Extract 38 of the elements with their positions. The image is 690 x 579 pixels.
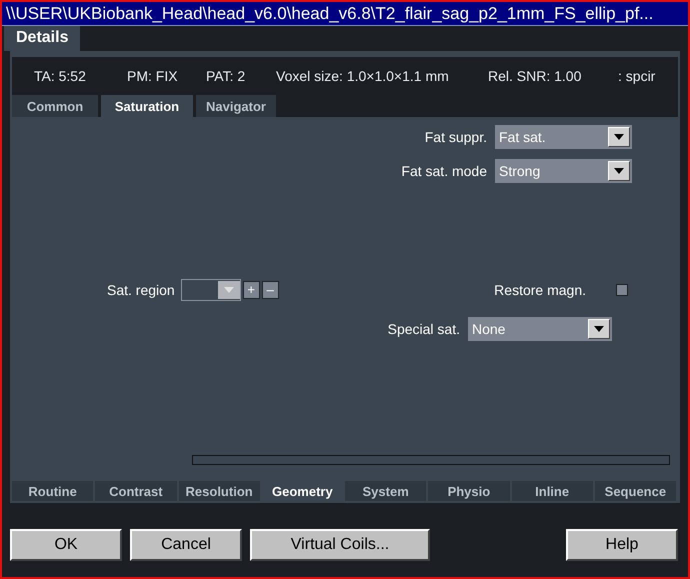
button[interactable]: Virtual Coils... (250, 529, 430, 561)
info-text: TA: 5:52 (34, 68, 87, 84)
tab[interactable]: Details (4, 26, 80, 51)
tab[interactable]: Common (12, 95, 98, 117)
tab[interactable]: Saturation (101, 95, 193, 117)
checkbox-label: Restore magn. (494, 282, 586, 298)
field-label: Sat. region (107, 282, 175, 298)
field-label: Fat suppr. (424, 129, 487, 145)
tab[interactable]: Sequence (594, 481, 676, 501)
caret-down-icon (594, 326, 604, 332)
checkbox[interactable] (616, 284, 628, 296)
tab[interactable]: Contrast (95, 481, 176, 501)
help-button[interactable]: Help (566, 529, 678, 561)
button[interactable]: OK (10, 529, 122, 561)
window-title: \\USER\UKBiobank_Head\head_v6.0\head_v6.8\T2_flair_sag_p2_1mm_FS_ellip_pf... (2, 2, 688, 26)
dropdown-field[interactable]: None (468, 317, 612, 341)
info-text: : spcir (618, 68, 656, 84)
combo-field[interactable] (180, 279, 241, 301)
button[interactable]: Cancel (130, 529, 242, 561)
field-label: Fat sat. mode (401, 163, 487, 179)
info-text: PM: FIX (127, 68, 179, 84)
remove-button[interactable]: – (262, 281, 279, 299)
dropdown-field[interactable]: Fat sat. (495, 125, 632, 149)
info-text: Rel. SNR: 1.00 (488, 68, 582, 84)
add-button[interactable]: + (242, 281, 260, 299)
tab[interactable]: Inline (512, 481, 593, 501)
tab[interactable]: Navigator (196, 95, 276, 117)
caret-down-icon (614, 168, 624, 174)
tab[interactable]: Routine (12, 481, 94, 501)
info-text: PAT: 2 (206, 68, 246, 84)
tab[interactable]: Physio (428, 481, 510, 501)
info-text: Voxel size: 1.0×1.0×1.1 mm (276, 68, 450, 84)
caret-down-icon (224, 287, 234, 293)
dropdown-field[interactable]: Strong (495, 159, 632, 183)
caret-down-icon (614, 134, 624, 140)
tab[interactable]: System (345, 481, 426, 501)
tab[interactable]: Resolution (178, 481, 260, 501)
field-label: Special sat. (388, 321, 460, 337)
